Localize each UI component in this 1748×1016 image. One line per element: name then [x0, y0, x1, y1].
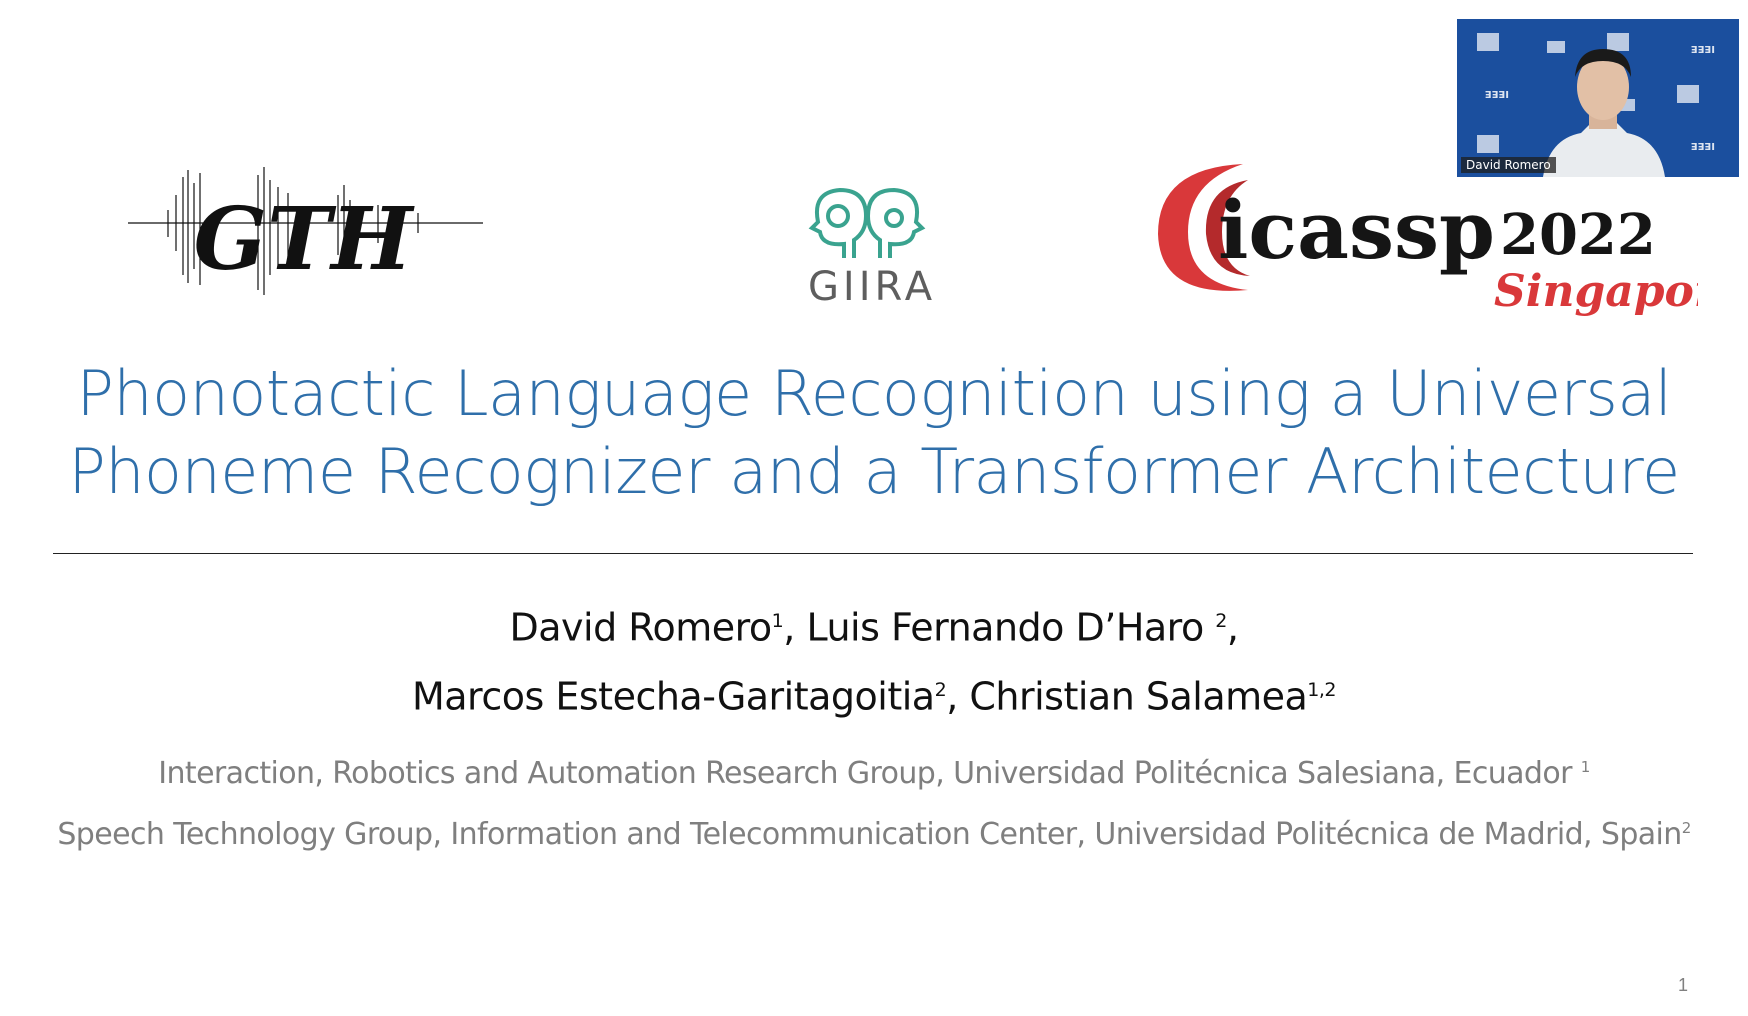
- icassp-logo-text: icassp: [1218, 183, 1495, 277]
- gth-logo-text: GTH: [194, 189, 415, 290]
- icassp-2022-logo: icassp 2022 Singapore: [1158, 164, 1698, 317]
- affiliation-line: Speech Technology Group, Information and…: [57, 817, 1691, 852]
- author-name: Christian Salamea: [969, 674, 1308, 719]
- participant-name-label: David Romero: [1461, 157, 1556, 173]
- affiliation-line: Interaction, Robotics and Automation Res…: [158, 756, 1590, 791]
- video-background: IEEE IEEE IEEE: [1477, 33, 1715, 177]
- slide-page-number: 1: [1677, 975, 1688, 995]
- title-divider: [53, 553, 1693, 554]
- icassp-year: 2022: [1500, 202, 1656, 268]
- giira-logo: GIIRA: [808, 188, 936, 306]
- author-affiliation-mark: 1: [771, 610, 784, 632]
- affiliation-list: Interaction, Robotics and Automation Res…: [0, 740, 1748, 862]
- author-affiliation-mark: 2: [934, 678, 947, 701]
- author-name: Marcos Estecha-Garitagoitia: [411, 674, 935, 719]
- speaker-video-tile[interactable]: IEEE IEEE IEEE David Romero: [1457, 19, 1739, 177]
- author-list: David Romero1, Luis Fernando D’Haro 2, M…: [0, 590, 1748, 727]
- author-affiliation-mark: 2: [1215, 610, 1227, 632]
- slide-title: Phonotactic Language Recognition using a…: [0, 355, 1748, 511]
- author-line: David Romero1, Luis Fernando D’Haro 2,: [509, 605, 1239, 650]
- speaker-silhouette: [1543, 123, 1665, 177]
- icassp-city: Singapore: [1494, 266, 1698, 317]
- ieee-logo-text: IEEE: [1485, 88, 1509, 99]
- gth-logo: GTH: [128, 167, 483, 295]
- ieee-logo-text: IEEE: [1691, 140, 1715, 151]
- giira-logo-text: GIIRA: [808, 264, 936, 306]
- author-line: Marcos Estecha-Garitagoitia2, Christian …: [411, 674, 1337, 719]
- author-affiliation-mark: 1,2: [1307, 678, 1337, 701]
- slide-title-line: Phonotactic Language Recognition using a…: [76, 357, 1672, 430]
- ieee-logo-text: IEEE: [1691, 43, 1715, 54]
- slide-title-line: Phoneme Recognizer and a Transformer Arc…: [68, 435, 1680, 508]
- author-name: David Romero: [509, 605, 773, 650]
- author-name: Luis Fernando D’Haro: [806, 605, 1216, 650]
